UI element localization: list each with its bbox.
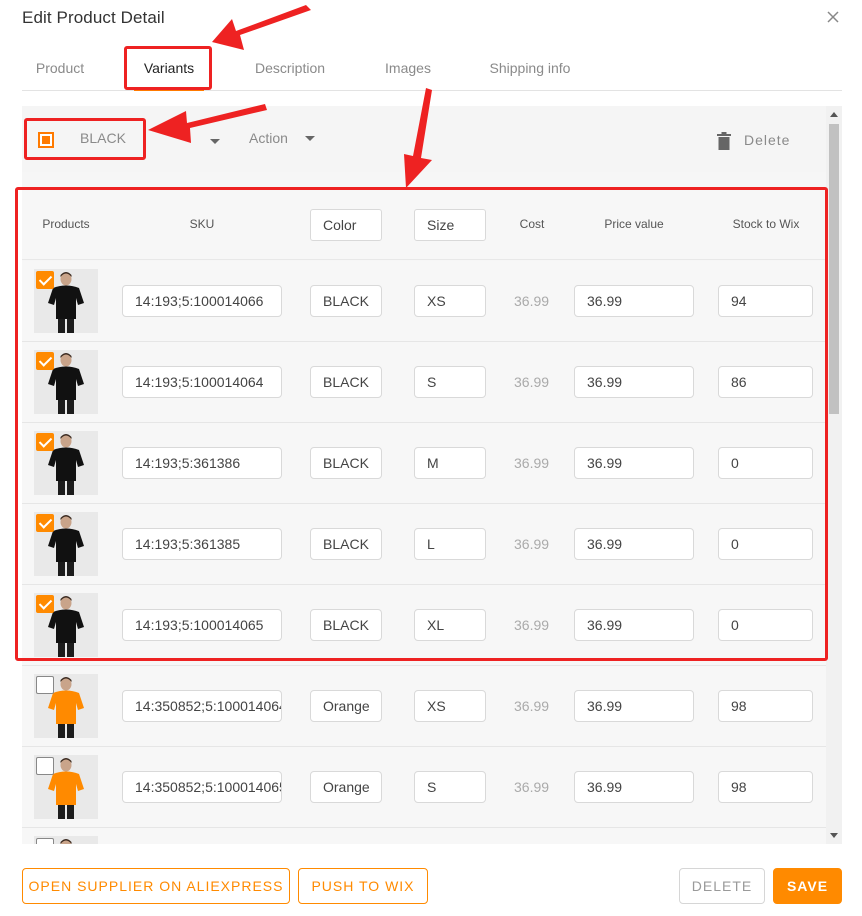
open-supplier-button[interactable]: OPEN SUPPLIER ON ALIEXPRESS (22, 868, 290, 904)
stock-input[interactable]: 0 (718, 528, 813, 560)
action-dropdown[interactable]: Action (249, 130, 288, 146)
chevron-down-icon[interactable] (305, 136, 315, 141)
tab-variants[interactable]: Variants (134, 48, 204, 91)
header-products: Products (42, 217, 90, 231)
row-checkbox[interactable] (36, 352, 54, 370)
delete-product-button[interactable]: DELETE (679, 868, 765, 904)
row-checkbox[interactable] (36, 595, 54, 613)
size-input[interactable]: XS (414, 285, 486, 317)
price-input[interactable]: 36.99 (574, 609, 694, 641)
sku-input[interactable]: 14:193;5:361385 (122, 528, 282, 560)
cost-value: 36.99 (514, 455, 550, 471)
chevron-down-icon[interactable] (210, 139, 220, 144)
cost-value: 36.99 (514, 536, 550, 552)
color-column-select[interactable]: Color (310, 209, 382, 241)
header-cost: Cost (519, 217, 545, 231)
tab-description[interactable]: Description (252, 48, 328, 90)
row-checkbox[interactable] (36, 271, 54, 289)
color-input[interactable]: BLACK (310, 609, 382, 641)
table-row: 14:193;5:361385 BLACK L 36.99 36.99 0 (22, 504, 826, 585)
price-input[interactable]: 36.99 (574, 528, 694, 560)
color-input[interactable]: BLACK (310, 528, 382, 560)
variants-toolbar: BLACK Action Delete (22, 106, 826, 172)
size-input[interactable]: L (414, 528, 486, 560)
stock-input[interactable]: 98 (718, 771, 813, 803)
table-row: 14:350852;5:100014064 Orange XS 36.99 36.99 9… (22, 666, 826, 747)
tab-bar: Product Variants Description Images Ship… (22, 48, 842, 91)
color-input[interactable]: BLACK (310, 285, 382, 317)
delete-label: Delete (744, 132, 791, 148)
table-header: Products SKU Color Size Cost Price value… (22, 188, 826, 260)
stock-input[interactable]: 94 (718, 285, 813, 317)
save-button[interactable]: SAVE (773, 868, 842, 904)
sku-input[interactable]: 14:350852;5:100014064 (122, 690, 282, 722)
color-input[interactable]: BLACK (310, 366, 382, 398)
trash-icon (717, 132, 731, 150)
size-column-select[interactable]: Size (414, 209, 486, 241)
price-input[interactable]: 36.99 (574, 285, 694, 317)
color-input[interactable]: Orange (310, 690, 382, 722)
tab-shipping-info[interactable]: Shipping info (486, 48, 574, 90)
header-stock-to-wix: Stock to Wix (732, 217, 800, 231)
stock-input[interactable]: 86 (718, 366, 813, 398)
sku-input[interactable]: 14:193;5:100014065 (122, 609, 282, 641)
header-sku: SKU (189, 217, 215, 231)
size-input[interactable]: S (414, 771, 486, 803)
push-to-wix-button[interactable]: PUSH TO WIX (298, 868, 428, 904)
price-input[interactable]: 36.99 (574, 366, 694, 398)
row-checkbox[interactable] (36, 433, 54, 451)
stock-input[interactable]: 98 (718, 690, 813, 722)
scroll-down-arrow-icon[interactable] (830, 833, 838, 838)
color-input[interactable]: BLACK (310, 447, 382, 479)
stock-input[interactable]: 0 (718, 609, 813, 641)
size-input[interactable]: XS (414, 690, 486, 722)
sku-input[interactable]: 14:193;5:361386 (122, 447, 282, 479)
row-checkbox[interactable] (36, 676, 54, 694)
table-row (22, 828, 826, 844)
table-row: 14:350852;5:100014065 Orange S 36.99 36.99 98 (22, 747, 826, 828)
table-row: 14:193;5:100014065 BLACK XL 36.99 36.99 0 (22, 585, 826, 666)
cost-value: 36.99 (514, 617, 550, 633)
row-checkbox[interactable] (36, 757, 54, 775)
cost-value: 36.99 (514, 698, 550, 714)
size-input[interactable]: M (414, 447, 486, 479)
cost-value: 36.99 (514, 779, 550, 795)
cost-value: 36.99 (514, 293, 550, 309)
scrollbar-thumb[interactable] (829, 124, 839, 414)
stock-input[interactable]: 0 (718, 447, 813, 479)
header-price-value: Price value (604, 217, 664, 231)
select-all-checkbox[interactable] (38, 132, 54, 148)
size-input[interactable]: XL (414, 609, 486, 641)
price-input[interactable]: 36.99 (574, 771, 694, 803)
color-input[interactable]: Orange (310, 771, 382, 803)
price-input[interactable]: 36.99 (574, 690, 694, 722)
color-filter-dropdown[interactable]: BLACK (80, 130, 126, 146)
arrow-to-variants-tab (212, 5, 311, 50)
size-input[interactable]: S (414, 366, 486, 398)
sku-input[interactable]: 14:350852;5:100014065 (122, 771, 282, 803)
row-checkbox[interactable] (36, 838, 54, 844)
tab-product[interactable]: Product (34, 48, 86, 90)
price-input[interactable]: 36.99 (574, 447, 694, 479)
dialog-title: Edit Product Detail (22, 8, 165, 27)
table-row: 14:193;5:100014066 BLACK XS 36.99 36.99 94 (22, 261, 826, 342)
table-row: 14:193;5:100014064 BLACK S 36.99 36.99 86 (22, 342, 826, 423)
scroll-up-arrow-icon[interactable] (830, 112, 838, 117)
tab-images[interactable]: Images (382, 48, 434, 90)
row-checkbox[interactable] (36, 514, 54, 532)
close-icon[interactable] (822, 6, 844, 28)
variants-panel: BLACK Action Delete Products SKU Color S… (22, 106, 826, 844)
sku-input[interactable]: 14:193;5:100014064 (122, 366, 282, 398)
sku-input[interactable]: 14:193;5:100014066 (122, 285, 282, 317)
table-row: 14:193;5:361386 BLACK M 36.99 36.99 0 (22, 423, 826, 504)
cost-value: 36.99 (514, 374, 550, 390)
scrollbar[interactable] (826, 106, 842, 844)
